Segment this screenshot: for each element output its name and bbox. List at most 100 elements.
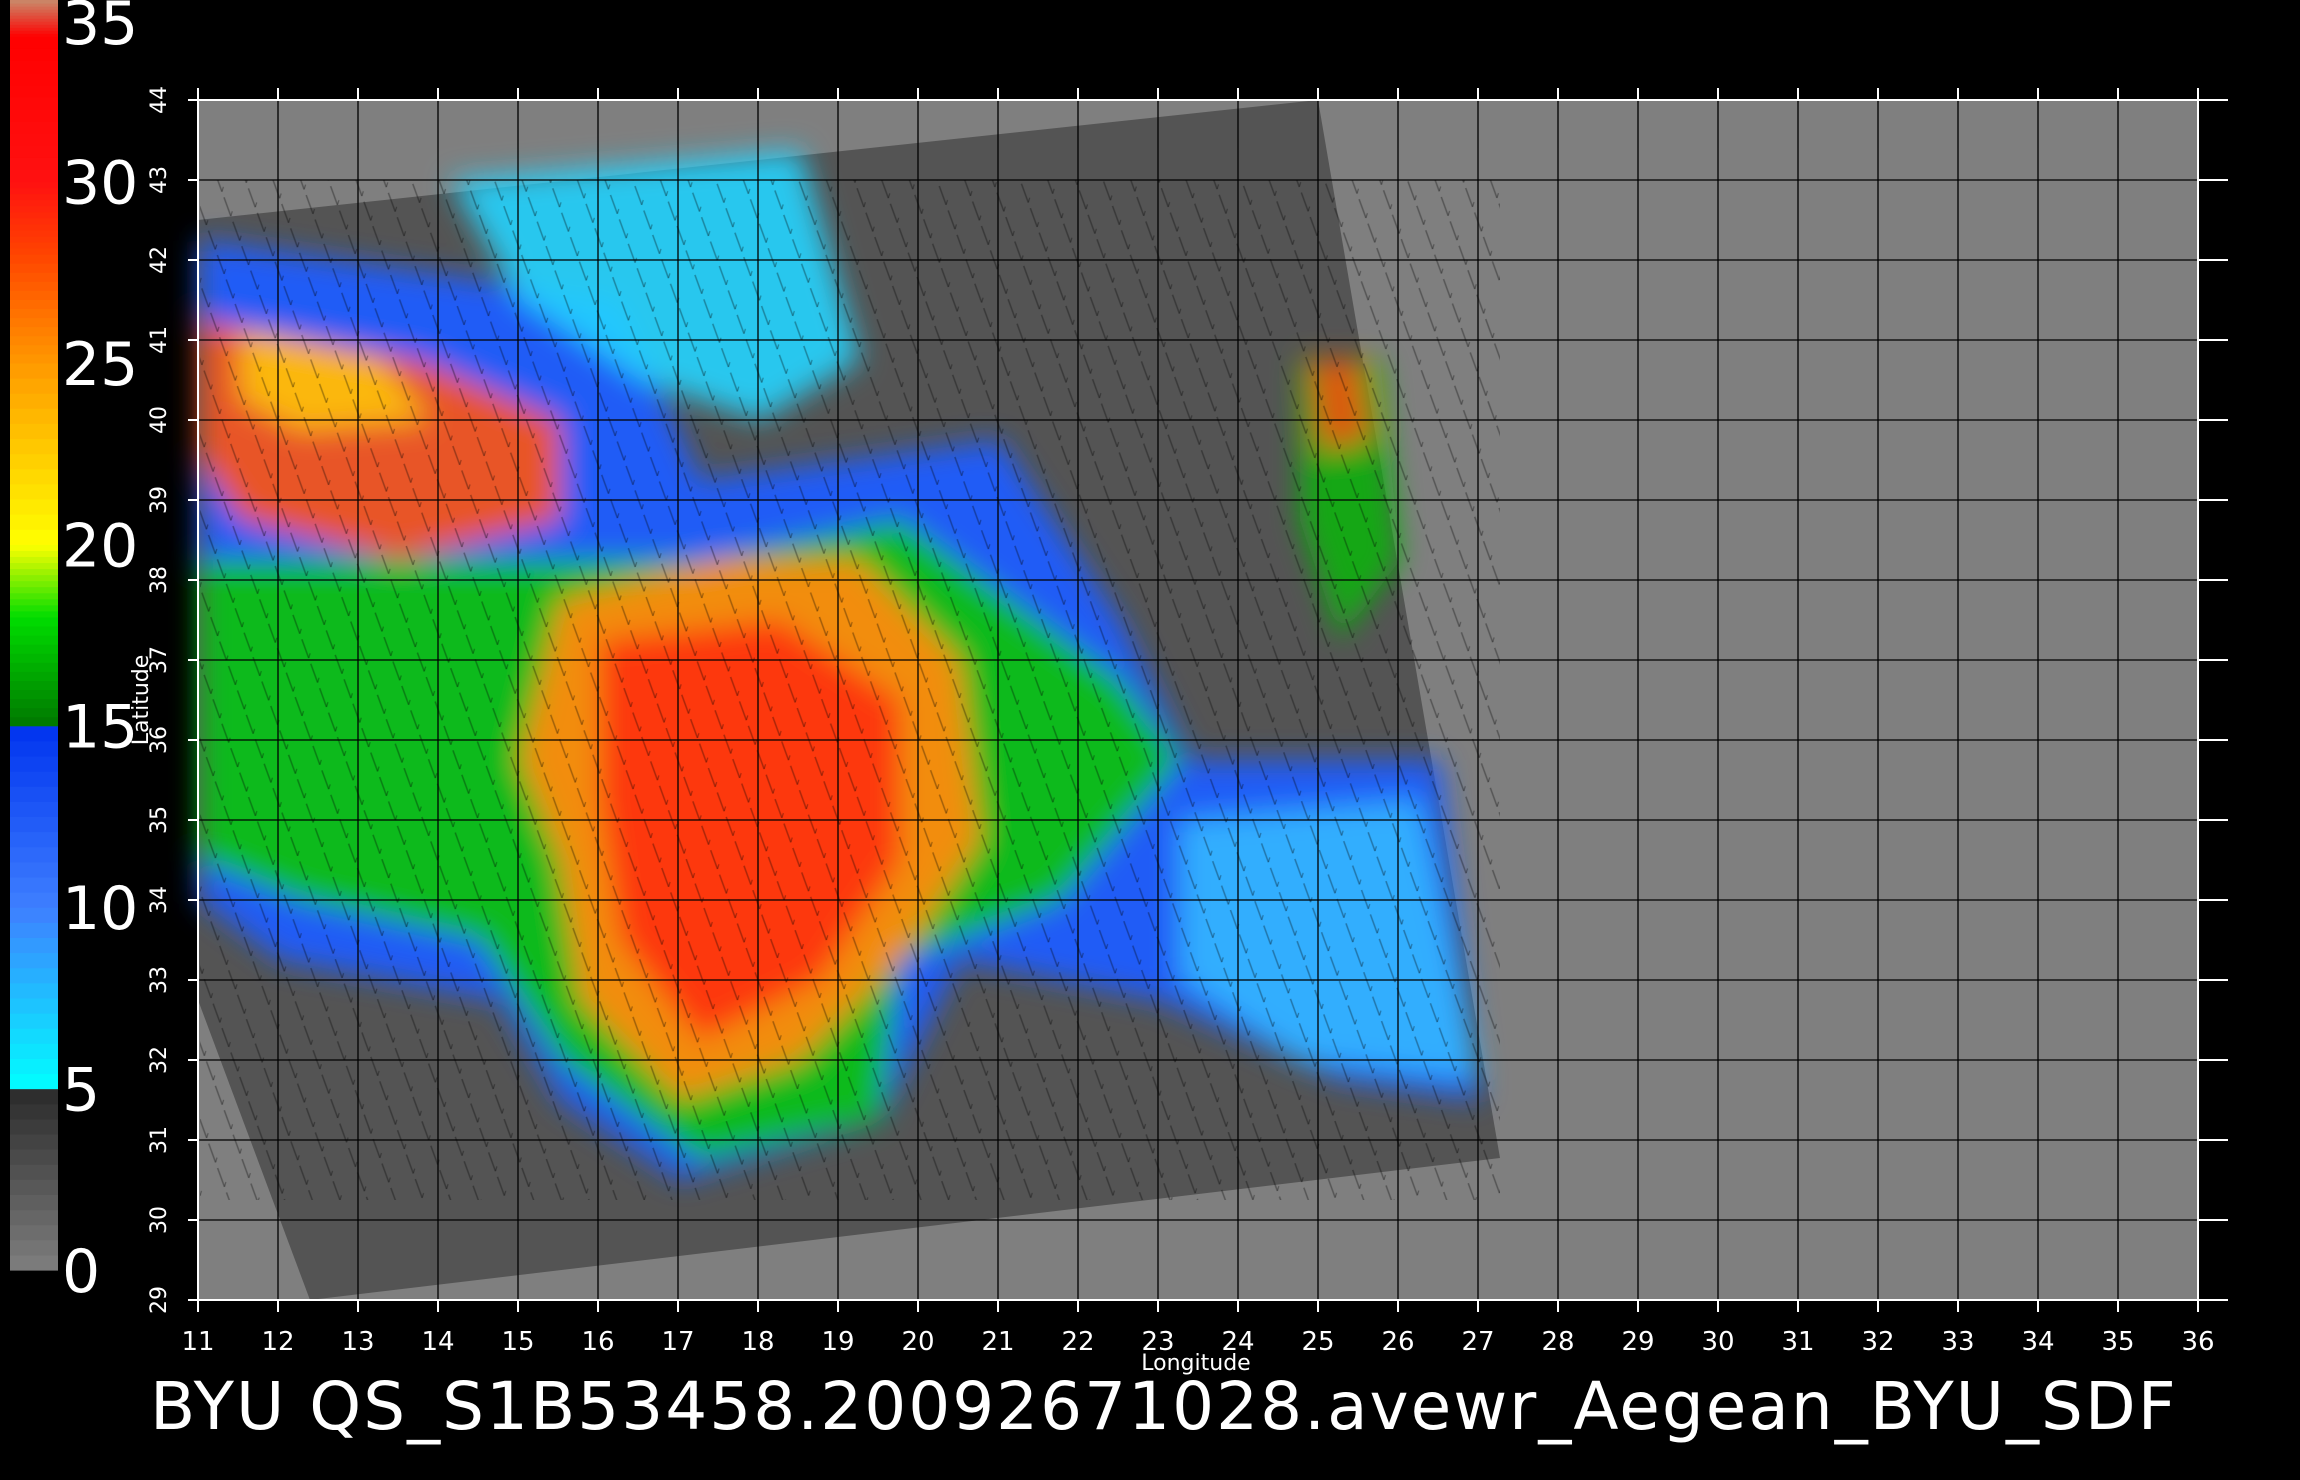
colorbar-segment — [10, 755, 58, 772]
colorbar-gradient — [10, 0, 58, 1271]
colorbar-segment — [10, 211, 58, 219]
lat-tick-label: 35 — [147, 806, 172, 834]
lat-tick-label: 40 — [147, 406, 172, 434]
colorbar-segment — [10, 952, 58, 969]
lat-tick-label: 39 — [147, 486, 172, 514]
lon-tick-label: 16 — [581, 1327, 614, 1357]
colorbar-segment — [10, 698, 58, 709]
map-panel: 11 12 13 14 15 16 17 18 19 20 21 22 23 24 25 26 27 28 29 30… — [129, 86, 2228, 1376]
colorbar-segment — [10, 846, 58, 863]
colorbar-segment — [10, 1073, 58, 1090]
colorbar-segment — [10, 644, 58, 654]
lat-tick-label: 42 — [147, 246, 172, 274]
lon-tick-label: 35 — [2101, 1327, 2134, 1357]
colorbar-segment — [10, 892, 58, 908]
lat-tick-label: 38 — [147, 566, 172, 594]
colorbar-segment — [10, 680, 58, 691]
colorbar-segment — [10, 483, 58, 500]
lon-tick-label: 18 — [741, 1327, 774, 1357]
colorbar-segment — [10, 616, 58, 627]
lon-tick-label: 29 — [1621, 1327, 1654, 1357]
colorbar-label: 25 — [62, 330, 138, 400]
colorbar-segment — [10, 408, 58, 424]
colorbar-segment — [10, 1149, 58, 1165]
colorbar-segment — [10, 598, 58, 606]
lat-tick-label: 32 — [147, 1046, 172, 1074]
colorbar-segment — [10, 786, 58, 802]
colorbar-segment — [10, 635, 58, 645]
colorbar-label: 30 — [62, 148, 138, 218]
lon-tick-label: 28 — [1541, 1327, 1574, 1357]
colorbar-segment — [10, 308, 58, 319]
colorbar-segment — [10, 1209, 58, 1226]
colorbar-segment — [10, 36, 58, 49]
colorbar-segment — [10, 831, 58, 848]
colorbar-segment — [10, 586, 58, 594]
lon-tick-label: 11 — [181, 1327, 214, 1357]
colorbar-segment — [10, 423, 58, 440]
colorbar-segment — [10, 550, 58, 557]
colorbar-segment — [10, 604, 58, 612]
lon-tick-label: 34 — [2021, 1327, 2054, 1357]
colorbar-segment — [10, 377, 58, 394]
colorbar-segment — [10, 1012, 58, 1029]
colorbar-segment — [10, 254, 58, 264]
wind-field-region — [200, 150, 1500, 1200]
colorbar-segment — [10, 937, 58, 954]
colorbar-segment — [10, 72, 58, 86]
colorbar-segment — [10, 317, 58, 328]
colorbar-segment — [10, 725, 58, 742]
colorbar-segment — [10, 610, 58, 618]
wind-vector-overlay — [200, 180, 1500, 1200]
colorbar-segment — [10, 861, 58, 878]
colorbar-segment — [10, 290, 58, 300]
colorbar-label: 15 — [62, 693, 138, 763]
colorbar-label: 0 — [62, 1237, 100, 1307]
colorbar-segment — [10, 1164, 58, 1180]
lon-tick-label: 21 — [981, 1327, 1014, 1357]
lon-tick-label: 32 — [1861, 1327, 1894, 1357]
colorbar-segment — [10, 816, 58, 833]
colorbar-segment — [10, 922, 58, 938]
colorbar-segment — [10, 235, 58, 243]
lat-tick-label: 41 — [147, 326, 172, 354]
colorbar-segment — [10, 1239, 58, 1256]
colorbar-segment — [10, 1103, 58, 1120]
colorbar-segment — [10, 145, 58, 158]
colorbar-segment — [10, 967, 58, 984]
lon-tick-label: 12 — [261, 1327, 294, 1357]
colorbar-segment — [10, 181, 58, 189]
colorbar-segment — [10, 574, 58, 582]
colorbar-segment — [10, 362, 58, 379]
colorbar-segment — [10, 716, 58, 727]
colorbar-segment — [10, 241, 58, 249]
colorbar-segment — [10, 48, 58, 62]
colorbar-segment — [10, 544, 58, 551]
colorbar-segment — [10, 1058, 58, 1075]
lon-tick-label: 25 — [1301, 1327, 1334, 1357]
lon-tick-label: 15 — [501, 1327, 534, 1357]
lon-tick-label: 19 — [821, 1327, 854, 1357]
colorbar-segment — [10, 568, 58, 576]
lon-tick-label: 27 — [1461, 1327, 1494, 1357]
colorbar-segment — [10, 133, 58, 146]
lon-tick-label: 33 — [1941, 1327, 1974, 1357]
colorbar-segment — [10, 671, 58, 681]
colorbar-segment — [10, 653, 58, 663]
colorbar-segment — [10, 1118, 58, 1135]
colorbar-segment — [10, 562, 58, 570]
lon-tick-label: 26 — [1381, 1327, 1414, 1357]
colorbar-segment — [10, 707, 58, 718]
colorbar-segment — [10, 1088, 58, 1105]
colorbar: 0 5 10 15 20 25 30 35 — [10, 0, 138, 1307]
colorbar-segment — [10, 662, 58, 672]
colorbar-segment — [10, 353, 58, 364]
lon-tick-label: 36 — [2181, 1327, 2214, 1357]
colorbar-segment — [10, 1133, 58, 1150]
wind-map-figure: 0 5 10 15 20 25 30 35 11 12 13 14 15 16 17 18 19 20 21 22 2… — [10, 0, 2228, 1376]
colorbar-label: 10 — [62, 874, 138, 944]
colorbar-segment — [10, 453, 58, 470]
colorbar-segment — [10, 1254, 58, 1271]
colorbar-segment — [10, 60, 58, 74]
colorbar-segment — [10, 876, 58, 893]
